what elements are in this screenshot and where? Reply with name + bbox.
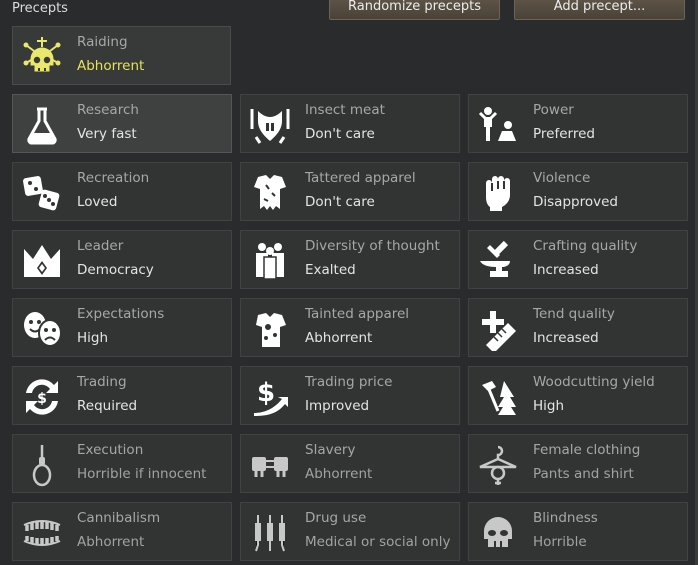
precept-card-cannibalism[interactable]: Cannibalism Abhorrent <box>12 502 232 561</box>
precept-card-tainted-apparel[interactable]: Tainted apparel Abhorrent <box>240 298 460 357</box>
precept-card-raiding[interactable]: Raiding Abhorrent <box>12 26 231 85</box>
svg-text:$: $ <box>257 378 275 408</box>
precept-card-tend-quality[interactable]: Tend quality Increased <box>468 298 688 357</box>
precept-value: Abhorrent <box>305 330 373 346</box>
precept-card-violence[interactable]: Violence Disapproved <box>468 162 688 221</box>
power-icon <box>475 102 521 148</box>
precept-card-drug-use[interactable]: Drug use Medical or social only <box>240 502 460 561</box>
precept-name: Tend quality <box>533 306 615 322</box>
precept-card-power[interactable]: Power Preferred <box>468 94 688 153</box>
precept-name: Slavery <box>305 442 356 458</box>
precept-name: Insect meat <box>305 102 385 118</box>
precept-card-trading-price[interactable]: $ Trading price Improved <box>240 366 460 425</box>
shackles-icon <box>247 442 293 488</box>
precept-value: Increased <box>533 330 599 346</box>
precept-value: Don't care <box>305 126 375 142</box>
precept-name: Female clothing <box>533 442 641 458</box>
anvil-icon <box>475 238 521 284</box>
precept-card-tattered-apparel[interactable]: Tattered apparel Don't care <box>240 162 460 221</box>
precept-value: Loved <box>77 194 118 210</box>
precept-name: Tainted apparel <box>305 306 410 322</box>
precept-value: Horrible <box>533 534 587 550</box>
precept-value: Exalted <box>305 262 356 278</box>
precept-name: Research <box>77 102 139 118</box>
precept-card-insect-meat[interactable]: Insect meat Don't care <box>240 94 460 153</box>
precept-name: Trading <box>77 374 127 390</box>
bandage-icon <box>475 306 521 352</box>
precept-name: Cannibalism <box>77 510 161 526</box>
precept-name: Diversity of thought <box>305 238 440 254</box>
axe-tree-icon <box>475 374 521 420</box>
precept-card-trading[interactable]: $ Trading Required <box>12 366 232 425</box>
precept-name: Power <box>533 102 574 118</box>
precept-value: High <box>533 398 565 414</box>
skull-icon <box>19 34 65 80</box>
fist-icon <box>475 170 521 216</box>
insect-icon <box>247 102 293 148</box>
tattered-apparel-icon <box>247 170 293 216</box>
precept-value: Pants and shirt <box>533 466 634 482</box>
precept-value: Democracy <box>77 262 154 278</box>
precept-card-diversity-of-thought[interactable]: Diversity of thought Exalted <box>240 230 460 289</box>
precept-value: Abhorrent <box>77 58 145 74</box>
svg-text:$: $ <box>37 391 47 407</box>
dice-icon <box>19 170 65 216</box>
precept-value: Don't care <box>305 194 375 210</box>
precept-name: Expectations <box>77 306 165 322</box>
precept-card-blindness[interactable]: Blindness Horrible <box>468 502 688 561</box>
flask-icon <box>19 102 65 148</box>
syringe-icon <box>247 510 293 556</box>
precept-card-execution[interactable]: Execution Horrible if innocent <box>12 434 232 493</box>
precept-card-crafting-quality[interactable]: Crafting quality Increased <box>468 230 688 289</box>
trading-icon: $ <box>19 374 65 420</box>
precept-name: Crafting quality <box>533 238 638 254</box>
teeth-icon <box>19 510 65 556</box>
precept-name: Leader <box>77 238 124 254</box>
precept-name: Drug use <box>305 510 367 526</box>
add-precept-button[interactable]: Add precept... <box>514 0 685 20</box>
precept-value: Horrible if innocent <box>77 466 207 482</box>
randomize-precepts-button[interactable]: Randomize precepts <box>329 0 500 20</box>
precept-name: Blindness <box>533 510 598 526</box>
tainted-apparel-icon <box>247 306 293 352</box>
people-icon <box>247 238 293 284</box>
precept-value: Abhorrent <box>305 466 373 482</box>
precept-name: Woodcutting yield <box>533 374 655 390</box>
skull-blind-icon <box>475 510 521 556</box>
precept-card-woodcutting-yield[interactable]: Woodcutting yield High <box>468 366 688 425</box>
precept-value: Preferred <box>533 126 595 142</box>
masks-icon <box>19 306 65 352</box>
precept-value: Increased <box>533 262 599 278</box>
precept-value: Very fast <box>77 126 137 142</box>
precept-card-female-clothing[interactable]: Female clothing Pants and shirt <box>468 434 688 493</box>
crown-icon <box>19 238 65 284</box>
precept-name: Raiding <box>77 34 128 50</box>
precept-name: Recreation <box>77 170 150 186</box>
precept-card-recreation[interactable]: Recreation Loved <box>12 162 232 221</box>
precept-card-expectations[interactable]: Expectations High <box>12 298 232 357</box>
precept-value: High <box>77 330 109 346</box>
precept-name: Trading price <box>305 374 393 390</box>
precept-card-leader[interactable]: Leader Democracy <box>12 230 232 289</box>
hanger-icon <box>475 442 521 488</box>
precept-value: Abhorrent <box>77 534 145 550</box>
trading-price-icon: $ <box>247 374 293 420</box>
precept-value: Required <box>77 398 138 414</box>
precept-value: Medical or social only <box>305 534 451 550</box>
precept-card-research[interactable]: Research Very fast <box>12 94 232 153</box>
precept-name: Tattered apparel <box>305 170 416 186</box>
precept-name: Violence <box>533 170 591 186</box>
precept-value: Disapproved <box>533 194 618 210</box>
noose-icon <box>19 442 65 488</box>
precept-name: Execution <box>77 442 144 458</box>
precept-value: Improved <box>305 398 370 414</box>
precepts-title: Precepts <box>12 1 68 16</box>
precept-card-slavery[interactable]: Slavery Abhorrent <box>240 434 460 493</box>
